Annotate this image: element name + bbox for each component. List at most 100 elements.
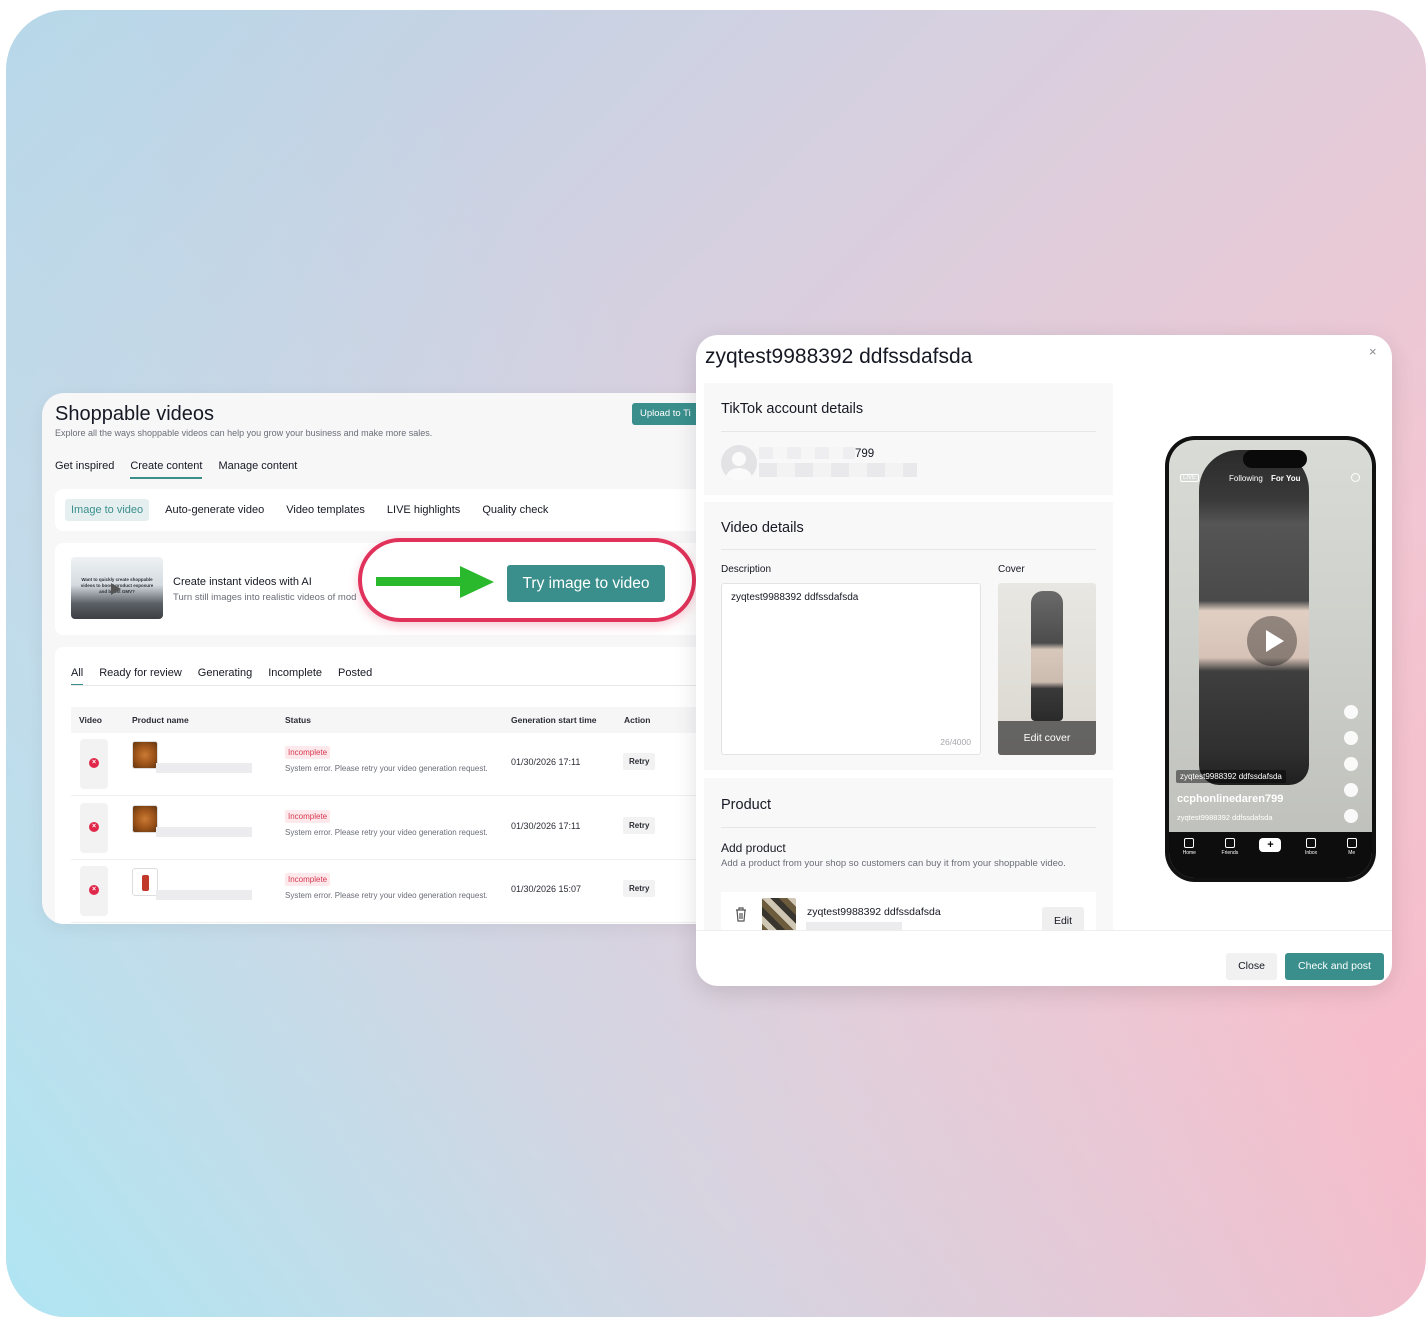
tab-following: Following <box>1229 474 1263 483</box>
post-video-modal: zyqtest9988392 ddfssdafsda × TikTok acco… <box>696 335 1392 986</box>
friends-icon <box>1224 838 1235 848</box>
product-thumbnail <box>132 868 158 896</box>
modal-title: zyqtest9988392 ddfssdafsda <box>705 345 973 368</box>
retry-button[interactable]: Retry <box>623 817 656 834</box>
col-status: Status <box>285 715 311 725</box>
product-name-redacted <box>156 763 252 773</box>
table-row: × Incomplete System error. Please retry … <box>71 860 714 923</box>
video-table-card: All Ready for review Generating Incomple… <box>55 647 714 924</box>
video-details-section: Video details Description Cover zyqtest9… <box>704 502 1113 770</box>
tab-for-you: For You <box>1271 474 1301 483</box>
inbox-icon <box>1306 838 1317 848</box>
account-section: TikTok account details 799 <box>704 383 1113 495</box>
product-image <box>762 898 796 930</box>
phone-screen: LIVE Following For You zyqtest9988392 dd… <box>1169 440 1372 878</box>
nav-label: Home <box>1182 850 1196 856</box>
video-cell: × <box>80 739 108 789</box>
tab-image-to-video[interactable]: Image to video <box>65 499 150 521</box>
status-message: System error. Please retry your video ge… <box>285 764 488 773</box>
live-badge: LIVE <box>1180 474 1200 482</box>
retry-button[interactable]: Retry <box>623 753 656 770</box>
arrow-icon <box>376 577 464 586</box>
comment-icon <box>1344 757 1358 771</box>
preview-caption: zyqtest9988392 ddfssdafsda <box>1177 813 1273 822</box>
product-tag: zyqtest9988392 ddfssdafsda <box>1176 770 1286 783</box>
generation-time: 01/30/2026 17:11 <box>511 757 581 767</box>
nav-home: Home <box>1175 838 1203 856</box>
status-tabs: All Ready for review Generating Incomple… <box>71 667 372 686</box>
cover-image: Edit cover <box>998 583 1096 755</box>
tab-all[interactable]: All <box>71 667 84 686</box>
action-icons <box>1344 705 1362 835</box>
generation-time: 01/30/2026 17:11 <box>511 821 581 831</box>
trash-icon[interactable] <box>735 906 747 922</box>
tab-generating[interactable]: Generating <box>198 667 252 686</box>
col-product-name: Product name <box>132 715 189 725</box>
tab-live-highlights[interactable]: LIVE highlights <box>381 499 466 521</box>
video-cell: × <box>80 803 108 853</box>
error-icon: × <box>89 885 99 895</box>
error-icon: × <box>89 822 99 832</box>
play-icon <box>111 583 121 595</box>
tab-posted[interactable]: Posted <box>338 667 372 686</box>
retry-button[interactable]: Retry <box>623 880 656 897</box>
sub-tabs: Image to video Auto-generate video Video… <box>55 489 714 531</box>
product-name: zyqtest9988392 ddfssdafsda <box>807 906 941 918</box>
status-message: System error. Please retry your video ge… <box>285 891 488 900</box>
col-video: Video <box>79 715 102 725</box>
edit-cover-button[interactable]: Edit cover <box>998 721 1096 755</box>
feed-tabs: Following For You <box>1229 474 1301 483</box>
description-label: Description <box>721 564 772 575</box>
col-generation-time: Generation start time <box>511 715 597 725</box>
profile-icon <box>1344 705 1358 719</box>
add-product-subtitle: Add a product from your shop so customer… <box>721 858 1066 869</box>
try-image-to-video-button[interactable]: Try image to video <box>507 565 665 602</box>
video-cell: × <box>80 866 108 916</box>
table-row: × Incomplete System error. Please retry … <box>71 733 714 796</box>
product-thumbnail <box>132 741 158 769</box>
profile-icon <box>1346 838 1357 848</box>
plus-icon: + <box>1259 838 1282 852</box>
top-tabs: Get inspired Create content Manage conte… <box>55 460 297 479</box>
play-icon[interactable] <box>1247 616 1297 666</box>
promo-thumbnail[interactable]: Want to quickly create shoppable videos … <box>71 557 163 619</box>
tab-auto-generate-video[interactable]: Auto-generate video <box>159 499 270 521</box>
tab-incomplete[interactable]: Incomplete <box>268 667 322 686</box>
preview-username: ccphonlinedaren799 <box>1177 793 1284 805</box>
promo-title: Create instant videos with AI <box>173 576 312 588</box>
tab-video-templates[interactable]: Video templates <box>280 499 371 521</box>
tab-quality-check[interactable]: Quality check <box>476 499 554 521</box>
close-button[interactable]: Close <box>1226 953 1277 980</box>
description-text: zyqtest9988392 ddfssdafsda <box>731 592 859 603</box>
tab-get-inspired[interactable]: Get inspired <box>55 460 114 479</box>
nav-inbox: Inbox <box>1297 838 1325 856</box>
status-badge: Incomplete <box>285 746 331 759</box>
generation-time: 01/30/2026 15:07 <box>511 884 582 894</box>
promo-subtitle: Turn still images into realistic videos … <box>173 592 357 603</box>
dynamic-island <box>1243 450 1307 468</box>
description-field[interactable]: zyqtest9988392 ddfssdafsda 26/4000 <box>721 583 981 755</box>
divider <box>721 827 1096 828</box>
close-icon[interactable]: × <box>1369 344 1377 359</box>
nav-label: Friends <box>1221 850 1239 856</box>
avatar <box>721 445 757 481</box>
bookmark-icon <box>1344 783 1358 797</box>
tab-manage-content[interactable]: Manage content <box>218 460 297 479</box>
account-name-redacted <box>759 447 855 459</box>
nav-label: Me <box>1348 850 1356 856</box>
cover-label: Cover <box>998 564 1025 575</box>
shoppable-videos-panel: Shoppable videos Explore all the ways sh… <box>42 393 714 924</box>
edit-product-button[interactable]: Edit <box>1042 907 1084 930</box>
char-count: 26/4000 <box>940 737 971 747</box>
add-product-title: Add product <box>721 841 786 855</box>
phone-nav-bar: Home Friends + Inbox Me <box>1169 832 1372 878</box>
nav-create: + <box>1256 838 1284 852</box>
tab-ready-for-review[interactable]: Ready for review <box>99 667 182 686</box>
phone-preview: LIVE Following For You zyqtest9988392 dd… <box>1165 436 1376 882</box>
nav-friends: Friends <box>1216 838 1244 856</box>
check-and-post-button[interactable]: Check and post <box>1285 953 1384 980</box>
status-message: System error. Please retry your video ge… <box>285 828 488 837</box>
col-action: Action <box>624 715 651 725</box>
tab-create-content[interactable]: Create content <box>130 460 203 479</box>
error-icon: × <box>89 758 99 768</box>
